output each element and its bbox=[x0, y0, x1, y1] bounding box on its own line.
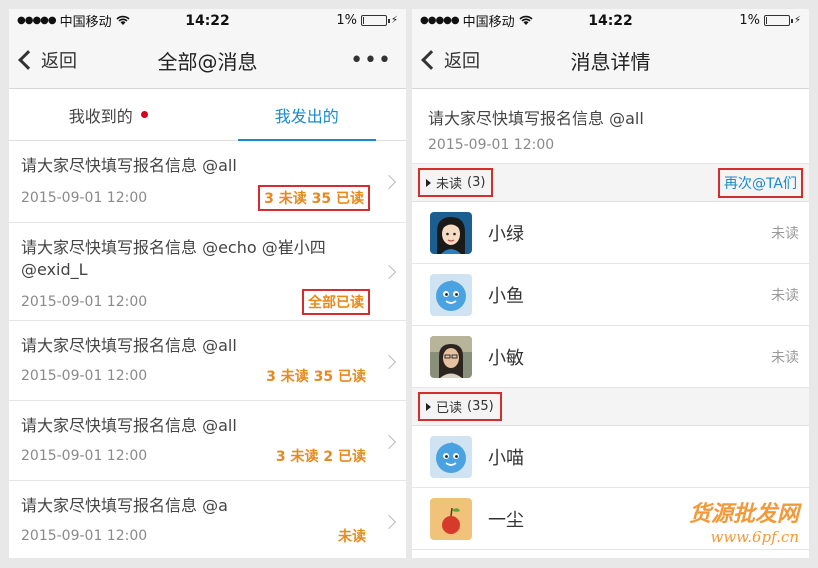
unread-dot-icon bbox=[140, 111, 148, 118]
tab-received[interactable]: 我收到的 bbox=[9, 89, 208, 140]
user-row[interactable]: 小鱼 未读 bbox=[412, 264, 809, 326]
user-read-state: 未读 bbox=[771, 287, 799, 304]
user-row[interactable]: 小喵 bbox=[412, 426, 809, 488]
status-time: 14:22 bbox=[588, 12, 633, 29]
battery-icon bbox=[763, 15, 793, 26]
blue-drop-avatar bbox=[430, 273, 472, 316]
message-time: 2015-09-01 12:00 bbox=[21, 190, 148, 206]
message-text: 请大家尽快填写报名信息 @all bbox=[428, 109, 644, 128]
blue-drop-avatar bbox=[430, 435, 472, 478]
user-row[interactable]: 小敏 未读 bbox=[412, 326, 809, 388]
read-status[interactable]: 全部已读 bbox=[302, 289, 370, 315]
message-time: 2015-09-01 12:00 bbox=[428, 137, 555, 153]
signal-icon: ●●●●● bbox=[17, 15, 57, 26]
read-status[interactable]: 3 未读 2 已读 bbox=[272, 445, 370, 467]
left-screen: ●●●●● 中国移动 14:22 1% ⚡ 返回 全部@消息 ••• 我收到的 … bbox=[9, 9, 406, 558]
user-name: 小敏 bbox=[488, 347, 524, 369]
unread-label: 未读 bbox=[436, 177, 463, 192]
user-name: 小鱼 bbox=[488, 285, 524, 307]
back-button[interactable]: 返回 bbox=[9, 47, 77, 73]
apple-avatar bbox=[430, 497, 472, 540]
battery-percent: 1% bbox=[336, 13, 357, 28]
user-name: 小喵 bbox=[488, 447, 524, 469]
user-read-state: 未读 bbox=[771, 349, 799, 366]
unread-count: (3) bbox=[467, 175, 486, 190]
tab-sent-label: 我发出的 bbox=[274, 106, 339, 126]
read-toggle[interactable]: 已读 (35) bbox=[418, 392, 502, 421]
watermark-text: 货源批发网 bbox=[688, 501, 799, 527]
back-label: 返回 bbox=[41, 51, 77, 72]
read-count: (35) bbox=[467, 399, 494, 414]
message-time: 2015-09-01 12:00 bbox=[21, 448, 148, 464]
read-status[interactable]: 未读 bbox=[334, 525, 370, 547]
status-time: 14:22 bbox=[185, 12, 230, 29]
status-bar: ●●●●● 中国移动 14:22 1% ⚡ bbox=[412, 9, 809, 32]
read-label: 已读 bbox=[436, 401, 463, 416]
read-status[interactable]: 3 未读 35 已读 bbox=[258, 185, 370, 211]
message-detail: 请大家尽快填写报名信息 @all 2015-09-01 12:00 bbox=[412, 89, 809, 164]
signal-icon: ●●●●● bbox=[420, 15, 460, 26]
unread-user-list: 小绿 未读 小鱼 未读 小敏 未读 bbox=[412, 202, 809, 388]
girl-avatar bbox=[430, 211, 472, 254]
triangle-right-icon bbox=[426, 402, 431, 411]
message-time: 2015-09-01 12:00 bbox=[21, 368, 148, 384]
tab-sent[interactable]: 我发出的 bbox=[208, 89, 407, 141]
back-chevron-icon bbox=[18, 50, 38, 70]
nav-bar: 返回 消息详情 bbox=[412, 32, 809, 89]
charging-icon: ⚡ bbox=[793, 15, 801, 26]
page-title: 全部@消息 bbox=[157, 49, 258, 74]
message-item[interactable]: 请大家尽快填写报名信息 @echo @崔小四 @exid_L 2015-09-0… bbox=[9, 223, 406, 321]
right-screen: ●●●●● 中国移动 14:22 1% ⚡ 返回 消息详情 请大家尽快填写报名信… bbox=[412, 9, 809, 558]
tabs: 我收到的 我发出的 bbox=[9, 89, 406, 141]
wifi-icon bbox=[116, 15, 130, 25]
message-item[interactable]: 请大家尽快填写报名信息 @all 2015-09-01 12:00 3 未读 3… bbox=[9, 321, 406, 401]
page-title: 消息详情 bbox=[570, 49, 651, 74]
charging-icon: ⚡ bbox=[390, 15, 398, 26]
carrier-label: 中国移动 bbox=[462, 15, 515, 30]
back-chevron-icon bbox=[421, 50, 441, 70]
tab-received-label: 我收到的 bbox=[68, 106, 133, 126]
nav-bar: 返回 全部@消息 ••• bbox=[9, 32, 406, 89]
unread-toggle[interactable]: 未读 (3) bbox=[418, 168, 494, 197]
read-section-header: 已读 (35) bbox=[412, 388, 809, 426]
message-text: 请大家尽快填写报名信息 @echo @崔小四 @exid_L bbox=[21, 238, 326, 279]
message-text: 请大家尽快填写报名信息 @all bbox=[21, 416, 237, 435]
back-label: 返回 bbox=[444, 51, 480, 72]
message-text: 请大家尽快填写报名信息 @a bbox=[21, 496, 228, 515]
watermark-url: www.6pf.cn bbox=[710, 528, 800, 546]
message-text: 请大家尽快填写报名信息 @all bbox=[21, 156, 237, 175]
unread-section-header: 未读 (3) 再次@TA们 bbox=[412, 164, 809, 202]
user-name: 小绿 bbox=[488, 223, 524, 245]
message-item[interactable]: 请大家尽快填写报名信息 @all 2015-09-01 12:00 3 未读 3… bbox=[9, 141, 406, 223]
message-time: 2015-09-01 12:00 bbox=[21, 528, 148, 544]
more-icon[interactable]: ••• bbox=[350, 48, 392, 73]
triangle-right-icon bbox=[426, 178, 431, 187]
carrier-label: 中国移动 bbox=[59, 15, 112, 30]
message-item[interactable]: 请大家尽快填写报名信息 @all 2015-09-01 12:00 3 未读 2… bbox=[9, 401, 406, 481]
user-row[interactable]: 小绿 未读 bbox=[412, 202, 809, 264]
battery-percent: 1% bbox=[739, 13, 760, 28]
battery-icon bbox=[360, 15, 390, 26]
message-item[interactable]: 请大家尽快填写报名信息 @a 2015-09-01 12:00 未读 bbox=[9, 481, 406, 558]
watermark: 货源批发网 www.6pf.cn bbox=[689, 496, 799, 546]
back-button[interactable]: 返回 bbox=[412, 47, 480, 73]
photo-avatar bbox=[430, 335, 472, 378]
message-time: 2015-09-01 12:00 bbox=[21, 294, 148, 310]
message-text: 请大家尽快填写报名信息 @all bbox=[21, 336, 237, 355]
remind-again-button[interactable]: 再次@TA们 bbox=[717, 167, 803, 198]
read-status[interactable]: 3 未读 35 已读 bbox=[262, 365, 370, 387]
wifi-icon bbox=[519, 15, 533, 25]
user-read-state: 未读 bbox=[771, 225, 799, 242]
status-bar: ●●●●● 中国移动 14:22 1% ⚡ bbox=[9, 9, 406, 32]
message-list: 请大家尽快填写报名信息 @all 2015-09-01 12:00 3 未读 3… bbox=[9, 141, 406, 558]
